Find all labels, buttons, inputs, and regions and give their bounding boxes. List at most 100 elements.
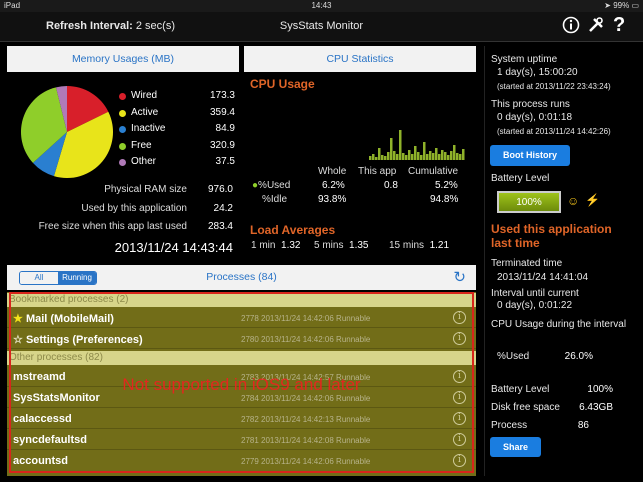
process-row[interactable]: calaccessd 2782 2013/11/24 14:42:13 Runn…	[7, 409, 476, 429]
process-count-value: 86	[577, 420, 589, 431]
cpu-graph-bar	[447, 155, 450, 160]
load-5min: 5 mins 1.35	[314, 240, 369, 251]
load-15min: 15 mins 1.21	[389, 240, 450, 251]
info-icon[interactable]: i	[453, 454, 466, 467]
cpu-used-cumulative: 5.2%	[435, 180, 458, 191]
help-icon[interactable]: ?	[613, 14, 625, 37]
cpu-graph-bar	[408, 150, 411, 160]
smiley-icon: ☺	[567, 194, 580, 208]
uptime-label: System uptime	[491, 54, 558, 65]
unsupported-overlay-text: Not supported in iOS9 and later	[122, 375, 361, 394]
app-title: SysStats Monitor	[279, 20, 364, 32]
process-started: (started at 2013/11/24 14:42:26)	[497, 127, 611, 136]
battery-level-label: Battery Level	[491, 384, 550, 395]
cpu-col-app: This app	[358, 166, 397, 177]
cpu-graph-bar	[435, 148, 438, 160]
interval-label: Interval until current	[491, 288, 579, 299]
bookmarked-section-header: Bookmarked processes (2)	[7, 293, 476, 307]
cpu-graph-bar	[438, 154, 441, 160]
memory-datetime: 2013/11/24 14:43:44	[114, 240, 233, 255]
process-row[interactable]: accountsd 2779 2013/11/24 14:42:06 Runna…	[7, 451, 476, 471]
cpu-graph-bar	[378, 148, 381, 160]
process-meta: 2784 2013/11/24 14:42:06 Runnable	[241, 394, 371, 403]
process-row[interactable]: ★ Mail (MobileMail) 2778 2013/11/24 14:4…	[7, 308, 476, 328]
info-icon[interactable]: i	[453, 433, 466, 446]
memory-legend: Wired 173.3 Active 359.4 Inactive 84.9 Free 320…	[119, 88, 235, 171]
share-button[interactable]: Share	[490, 437, 541, 457]
cpu-graph-bar	[453, 145, 456, 160]
cpu-used-whole: 6.2%	[322, 180, 345, 191]
cpu-graph-bar	[405, 155, 408, 160]
cpu-graph-bar	[426, 154, 429, 160]
system-info-panel: System uptime 1 day(s), 15:00:20 (starte…	[484, 46, 637, 476]
cpu-row-idle-label: %Idle	[262, 194, 288, 205]
disk-free-label: Disk free space	[491, 402, 560, 413]
interval-used-label: %Used	[497, 351, 530, 362]
process-meta: 2779 2013/11/24 14:42:06 Runnable	[241, 457, 371, 466]
charging-bolt-icon: ⚡	[585, 193, 600, 207]
interval-value: 0 day(s), 0:01:22	[497, 300, 573, 311]
cpu-graph-bar	[423, 142, 426, 160]
cpu-used-app: 0.8	[384, 180, 398, 191]
process-row[interactable]: syncdefaultsd 2781 2013/11/24 14:42:08 R…	[7, 430, 476, 450]
cpu-col-cumulative: Cumulative	[408, 166, 459, 177]
process-runs-label: This process runs	[491, 99, 570, 110]
terminated-label: Terminated time	[491, 258, 563, 269]
legend-item-wired: Wired 173.3	[119, 88, 235, 105]
location-icon: ➤	[604, 1, 614, 10]
legend-item-other: Other 37.5	[119, 154, 235, 171]
legend-item-active: Active 359.4	[119, 105, 235, 122]
cpu-idle-cumulative: 94.8%	[430, 194, 459, 205]
process-meta: 2778 2013/11/24 14:42:06 Runnable	[241, 314, 371, 323]
load-averages-title: Load Averages	[250, 223, 336, 237]
cpu-graph-bar	[432, 153, 435, 160]
boot-history-button[interactable]: Boot History	[490, 145, 570, 166]
cpu-usage-graph	[369, 130, 465, 160]
cpu-during-label: CPU Usage during the interval	[491, 319, 627, 330]
terminated-value: 2013/11/24 14:41:04	[497, 272, 589, 283]
cpu-graph-bar	[420, 155, 423, 160]
refresh-icon[interactable]: ↻	[453, 268, 466, 286]
cpu-panel: CPU Statistics CPU Usage Whole This app …	[244, 46, 476, 260]
process-meta: 2782 2013/11/24 14:42:13 Runnable	[241, 415, 371, 424]
cpu-graph-bar	[456, 153, 459, 160]
top-toolbar: Refresh Interval: 2 sec(s) SysStats Moni…	[0, 12, 643, 42]
cpu-graph-bar	[411, 154, 414, 160]
cpu-graph-bar	[375, 157, 378, 160]
cpu-graph-bar	[444, 152, 447, 160]
cpu-graph-bar	[393, 151, 396, 160]
info-icon[interactable]: i	[453, 332, 466, 345]
battery-label: Battery Level	[491, 173, 550, 184]
cpu-row-used-label: ●%Used	[252, 180, 291, 191]
info-icon[interactable]	[562, 16, 580, 39]
process-row[interactable]: ☆ Settings (Preferences) 2780 2013/11/24…	[7, 329, 476, 349]
cpu-graph-bar	[399, 130, 402, 160]
process-count-label: Process	[491, 420, 528, 431]
memory-panel: Memory Usages (MB) Wired 173.3 Active 359.4…	[7, 46, 239, 260]
interval-used-value: 26.0%	[564, 351, 593, 362]
load-1min: 1 min 1.32	[251, 240, 301, 251]
tools-icon[interactable]	[587, 16, 605, 39]
status-bar: iPad 14:43 ➤ 99% ▭	[0, 0, 643, 12]
cpu-graph-bar	[459, 154, 462, 160]
cpu-graph-bar	[384, 156, 387, 160]
battery-level-value: 100%	[587, 384, 613, 395]
cpu-idle-whole: 93.8%	[318, 194, 347, 205]
bookmark-star-outline-icon: ☆	[13, 334, 23, 346]
cpu-graph-bar	[390, 138, 393, 160]
cpu-graph-bar	[429, 151, 432, 160]
cpu-graph-bar	[387, 152, 390, 160]
battery-icon: ▭	[631, 1, 639, 10]
cpu-graph-bar	[414, 146, 417, 160]
cpu-graph-bar	[402, 153, 405, 160]
processes-panel: All Running Processes (84) ↻ Bookmarked p…	[7, 265, 476, 476]
processes-title: Processes (84)	[206, 271, 277, 283]
cpu-graph-bar	[462, 149, 465, 160]
cpu-graph-bar	[372, 154, 375, 160]
process-meta: 2780 2013/11/24 14:42:06 Runnable	[241, 335, 371, 344]
last-used-title: Used this application last time	[491, 222, 612, 250]
battery-status: ➤ 99% ▭	[604, 1, 639, 10]
info-icon[interactable]: i	[453, 412, 466, 425]
process-meta: 2781 2013/11/24 14:42:08 Runnable	[241, 436, 371, 445]
info-icon[interactable]: i	[453, 311, 466, 324]
